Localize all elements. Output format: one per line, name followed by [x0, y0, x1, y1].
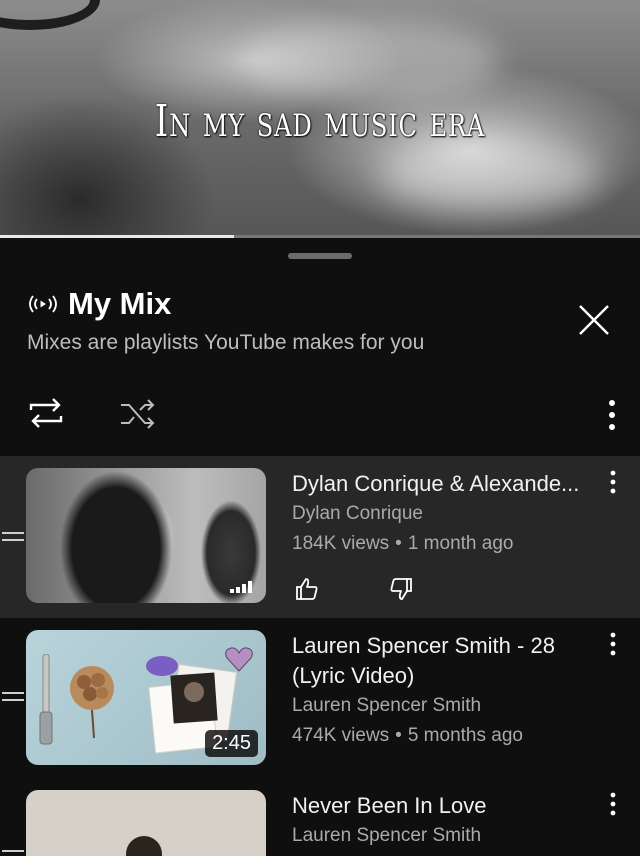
mix-subtitle: Mixes are playlists YouTube makes for yo… [27, 331, 425, 354]
drag-handle[interactable] [288, 253, 352, 259]
rating-controls [294, 576, 482, 602]
video-frame-shape [0, 0, 100, 30]
video-thumbnail[interactable]: 2:45 [26, 630, 266, 765]
thumbs-down-icon[interactable] [388, 576, 414, 602]
thumbnail-graphic [39, 654, 53, 745]
video-frame-highlight [380, 140, 600, 210]
video-frame-highlight [240, 20, 500, 100]
repeat-icon[interactable] [26, 393, 66, 433]
thumbnail-graphic [225, 647, 253, 672]
thumbnail-graphic [126, 836, 162, 856]
mix-panel: My Mix Mixes are playlists YouTube makes… [0, 238, 640, 856]
more-vertical-icon[interactable] [606, 630, 620, 658]
video-player[interactable]: In my sad music era [0, 0, 640, 238]
now-playing-icon [230, 581, 252, 593]
mix-header: My Mix [26, 286, 171, 322]
video-info: Dylan Conrique & Alexande... Dylan Conri… [292, 469, 602, 555]
view-count: 184K views [292, 533, 390, 554]
separator: • [395, 725, 402, 746]
playlist-item[interactable]: Dylan Conrique & Alexande... Dylan Conri… [0, 456, 640, 618]
drag-grip-icon[interactable] [2, 848, 24, 856]
video-title[interactable]: Lauren Spencer Smith - 28 (Lyric Video) [292, 631, 602, 691]
playlist-item[interactable]: Never Been In Love Lauren Spencer Smith [0, 778, 640, 856]
upload-age: 1 month ago [407, 533, 514, 554]
video-info: Never Been In Love Lauren Spencer Smith [292, 791, 602, 847]
more-vertical-icon[interactable] [606, 790, 620, 818]
video-thumbnail[interactable] [26, 468, 266, 603]
drag-grip-icon[interactable] [2, 690, 24, 704]
video-overlay-text: In my sad music era [154, 96, 486, 147]
drag-grip-icon[interactable] [2, 530, 24, 544]
upload-age: 5 months ago [407, 725, 523, 746]
video-title[interactable]: Never Been In Love [292, 791, 602, 821]
mix-title: My Mix [68, 286, 172, 321]
channel-name[interactable]: Lauren Spencer Smith [292, 825, 602, 847]
video-meta: 184K views • 1 month ago [292, 533, 602, 555]
video-meta: 474K views • 5 months ago [292, 725, 602, 747]
video-duration: 2:45 [205, 730, 258, 757]
separator: • [395, 533, 402, 554]
more-vertical-icon[interactable] [606, 468, 620, 496]
video-title[interactable]: Dylan Conrique & Alexande... [292, 469, 602, 499]
view-count: 474K views [292, 725, 390, 746]
close-icon[interactable] [576, 302, 612, 338]
playlist-item[interactable]: 2:45 Lauren Spencer Smith - 28 (Lyric Vi… [0, 618, 640, 778]
video-info: Lauren Spencer Smith - 28 (Lyric Video) … [292, 631, 602, 747]
video-thumbnail[interactable] [26, 790, 266, 856]
thumbs-up-icon[interactable] [294, 576, 320, 602]
radio-broadcast-icon [29, 295, 57, 313]
channel-name[interactable]: Lauren Spencer Smith [292, 695, 602, 717]
thumbnail-graphic [70, 666, 114, 739]
shuffle-icon[interactable] [118, 395, 158, 433]
channel-name[interactable]: Dylan Conrique [292, 503, 602, 525]
more-vertical-icon[interactable] [598, 395, 626, 435]
